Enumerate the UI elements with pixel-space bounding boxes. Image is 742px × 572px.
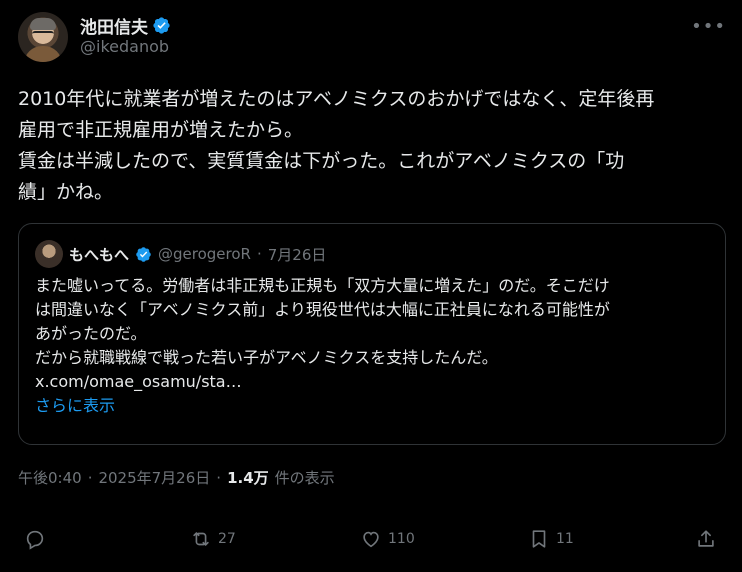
meta-separator: · <box>87 469 93 487</box>
quote-separator: · <box>256 245 262 263</box>
tweet-meta: 午後0:40 · 2025年7月26日 · 1.4万 件の表示 <box>18 467 335 488</box>
action-bar: 27 110 11 <box>18 528 726 560</box>
verified-badge-icon <box>153 17 170 34</box>
share-button[interactable] <box>695 528 717 550</box>
quote-date: 7月26日 <box>267 245 327 264</box>
quote-display-name: もへもへ <box>69 245 130 264</box>
author-display-name[interactable]: 池田信夫 <box>80 13 148 38</box>
retweet-button[interactable]: 27 <box>190 528 236 550</box>
show-more-link[interactable]: さらに表示 <box>35 396 115 415</box>
quote-author-avatar <box>35 240 63 268</box>
share-icon <box>698 530 714 547</box>
retweet-icon <box>193 532 209 546</box>
tweet-date[interactable]: 2025年7月26日 <box>98 467 210 488</box>
author-avatar[interactable] <box>18 12 68 62</box>
tweet-header: 池田信夫 @ikedanob ••• <box>18 10 726 62</box>
reply-icon <box>26 530 44 550</box>
verified-badge-icon <box>136 246 151 262</box>
quote-body: また嘘いってる。労働者は非正規も正規も「双方大量に増えた」のだ。そこだけ は間違… <box>35 274 715 418</box>
heart-icon <box>363 531 379 548</box>
retweet-count: 27 <box>218 531 236 547</box>
like-count: 110 <box>388 531 415 547</box>
quote-handle: @gerogeroR <box>158 245 251 263</box>
quoted-tweet[interactable]: もへもへ @gerogeroR · 7月26日 また嘘いってる。労働者は非正規も… <box>18 223 726 445</box>
view-label: 件の表示 <box>274 469 335 487</box>
bookmark-button[interactable]: 11 <box>528 528 574 550</box>
like-button[interactable]: 110 <box>360 528 415 550</box>
bookmark-icon <box>532 530 546 548</box>
quote-link[interactable]: x.com/omae_osamu/sta… <box>35 372 242 391</box>
bookmark-count: 11 <box>556 531 574 547</box>
tweet-text: 2010年代に就業者が増えたのはアベノミクスのおかげではなく、定年後再 雇用で非… <box>18 88 655 203</box>
more-icon[interactable]: ••• <box>691 16 726 37</box>
author-name-row[interactable]: 池田信夫 <box>80 13 171 38</box>
view-count: 1.4万 <box>227 469 269 487</box>
author-handle[interactable]: @ikedanob <box>80 37 169 56</box>
reply-button[interactable] <box>24 528 46 550</box>
meta-separator: · <box>216 469 222 487</box>
quote-header: もへもへ @gerogeroR · 7月26日 <box>35 240 326 268</box>
tweet-time[interactable]: 午後0:40 <box>18 467 82 488</box>
quote-text: また嘘いってる。労働者は非正規も正規も「双方大量に増えた」のだ。そこだけ は間違… <box>35 276 610 367</box>
